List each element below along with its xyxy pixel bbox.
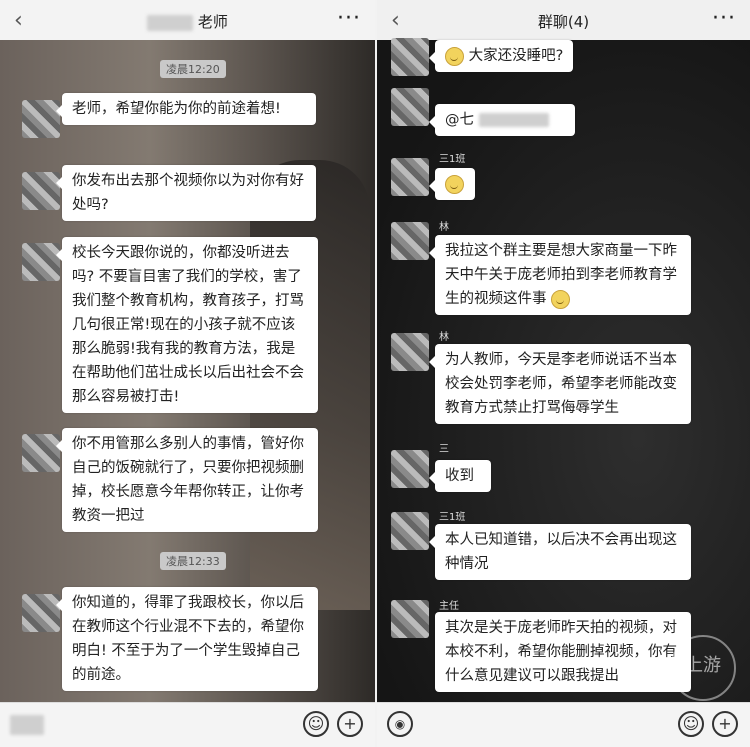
smile-emoji-icon	[551, 289, 571, 309]
avatar[interactable]	[391, 88, 429, 126]
redacted-name	[478, 113, 549, 127]
message-bubble[interactable]: 你不用管那么多别人的事情，管好你自己的饭碗就行了，只要你把视频删掉，校长愿意今年…	[56, 428, 318, 532]
message-bubble[interactable]: 大家还没睡吧?	[428, 40, 574, 72]
avatar[interactable]	[391, 512, 429, 550]
sender-name: 林	[439, 332, 449, 343]
sender-name: 林	[439, 222, 449, 233]
add-icon[interactable]: +	[337, 711, 363, 737]
add-icon[interactable]: +	[712, 711, 738, 737]
sender-name: 三1班	[439, 512, 466, 523]
chat-header: ‹ 老师 ···	[0, 0, 375, 40]
message-bubble[interactable]: 为人教师，今天是李老师说话不当本校会处罚李老师，希望李老师能改变教育方式禁止打骂…	[429, 344, 691, 424]
avatar[interactable]	[391, 600, 429, 638]
voice-icon[interactable]	[10, 715, 44, 735]
message-text: @七	[445, 112, 474, 128]
timestamp: 凌晨12:33	[160, 552, 226, 570]
avatar[interactable]	[22, 594, 60, 632]
input-bar: ☺ +	[0, 702, 375, 747]
chat-title-text: 老师	[197, 13, 228, 31]
redacted-name	[147, 14, 194, 31]
chat-title: 老师	[0, 11, 375, 32]
smile-emoji-icon	[445, 174, 464, 194]
emoji-icon[interactable]: ☺	[303, 711, 329, 737]
message-bubble[interactable]: 你知道的，得罪了我跟校长，你以后在教师这个行业混不下去的，希望你明白! 不至于为…	[56, 587, 318, 691]
message-text: 大家还没睡吧?	[468, 48, 564, 64]
avatar[interactable]	[391, 222, 429, 260]
avatar[interactable]	[22, 243, 60, 281]
message-bubble[interactable]	[429, 168, 475, 200]
avatar[interactable]	[22, 434, 60, 472]
message-bubble[interactable]: 校长今天跟你说的，你都没听进去吗? 不要盲目害了我们的学校，害了我们整个教育机构…	[56, 237, 318, 413]
sender-name: 三1班	[439, 154, 466, 165]
watermark-logo: 上游	[670, 635, 736, 701]
timestamp: 凌晨12:20	[160, 60, 226, 78]
avatar[interactable]	[391, 450, 429, 488]
chat-header: ‹ 群聊(4) ···	[377, 0, 750, 40]
avatar[interactable]	[391, 38, 429, 76]
avatar[interactable]	[391, 158, 429, 196]
left-chat-screenshot: ‹ 老师 ··· 凌晨12:20 老师，希望你能为你的前途着想! 你发布出去那个…	[0, 0, 375, 747]
message-bubble[interactable]: 老师，希望你能为你的前途着想!	[56, 93, 316, 125]
right-group-chat-screenshot: ‹ 群聊(4) ··· 大家还没睡吧? @七 三1班 林 我拉这个群主要是想大家…	[377, 0, 750, 747]
message-bubble[interactable]: 其次是关于庞老师昨天拍的视频，对本校不利，希望你能删掉视频，你有什么意见建议可以…	[435, 612, 691, 692]
voice-icon[interactable]: ◉	[387, 711, 413, 737]
message-bubble[interactable]: 你发布出去那个视频你以为对你有好处吗?	[56, 165, 316, 221]
avatar[interactable]	[22, 172, 60, 210]
more-dots-icon[interactable]: ···	[337, 6, 361, 31]
message-bubble[interactable]: @七	[429, 104, 575, 136]
smile-emoji-icon	[445, 46, 464, 66]
message-bubble[interactable]: 我拉这个群主要是想大家商量一下昨天中午关于庞老师拍到李老师教育学生的视频这件事	[429, 235, 691, 315]
more-dots-icon[interactable]: ···	[712, 6, 736, 31]
chat-title: 群聊(4)	[537, 13, 590, 31]
sender-name: 三	[439, 444, 449, 455]
sender-name: 主任	[439, 601, 459, 612]
message-bubble[interactable]: 收到	[429, 460, 491, 492]
message-bubble[interactable]: 本人已知道错，以后决不会再出现这种情况	[429, 524, 691, 580]
avatar[interactable]	[22, 100, 60, 138]
emoji-icon[interactable]: ☺	[678, 711, 704, 737]
input-bar: ◉ ☺ +	[377, 702, 750, 747]
avatar[interactable]	[391, 333, 429, 371]
